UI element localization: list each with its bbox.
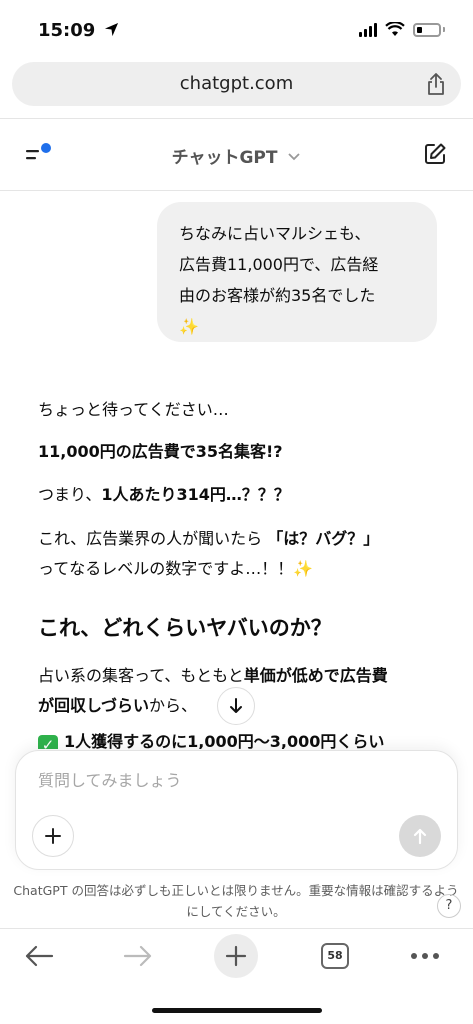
share-icon[interactable] <box>425 72 447 96</box>
divider <box>0 190 473 191</box>
divider <box>0 928 473 929</box>
new-chat-edit-icon[interactable] <box>423 142 447 166</box>
arrow-down-icon <box>230 698 242 713</box>
forward-button[interactable] <box>121 932 155 980</box>
model-title: チャットGPT <box>171 148 278 168</box>
more-dots-icon <box>411 953 439 959</box>
divider <box>0 118 473 119</box>
help-button[interactable]: ? <box>437 894 461 918</box>
battery-icon <box>413 22 441 37</box>
assistant-paragraph: 11,000円の広告費で35名集客!? <box>38 442 283 461</box>
user-message-bubble: ちなみに占いマルシェも、 広告費11,000円で、広告経 由のお客様が約35名で… <box>157 202 437 342</box>
new-tab-button[interactable] <box>214 934 258 978</box>
location-arrow-icon <box>104 22 118 37</box>
assistant-paragraph: 占い系の集客って、もともと単価が低めで広告費 が回収しづらいから、 <box>38 666 388 715</box>
cellular-signal-icon <box>359 22 377 37</box>
wifi-icon <box>385 22 405 36</box>
url-text: chatgpt.com <box>179 73 294 94</box>
arrow-up-icon <box>413 828 427 845</box>
user-message-text: ちなみに占いマルシェも、 広告費11,000円で、広告経 由のお客様が約35名で… <box>179 224 379 336</box>
model-selector[interactable]: チャットGPT <box>0 143 473 168</box>
back-button[interactable] <box>22 932 56 980</box>
check-mark-icon: ✓ <box>38 735 58 749</box>
chevron-down-icon <box>288 153 301 161</box>
plus-icon <box>45 828 61 844</box>
battery-tip <box>443 27 445 32</box>
arrow-right-icon <box>123 945 152 967</box>
home-indicator <box>152 1008 322 1013</box>
status-indicators <box>359 22 445 37</box>
attach-button[interactable] <box>32 815 74 857</box>
send-button[interactable] <box>399 815 441 857</box>
message-input[interactable] <box>36 765 420 795</box>
disclaimer-text: ChatGPT の回答は必ずしも正しいとは限りません。重要な情報は確認するように… <box>13 883 459 919</box>
status-time: 15:09 <box>38 20 119 41</box>
arrow-left-icon <box>25 945 54 967</box>
message-composer <box>15 750 458 870</box>
plus-icon <box>225 945 247 967</box>
assistant-paragraph: これ、広告業界の人が聞いたら 「は？バグ？」 ってなるレベルの数字ですよ…！！✨ <box>38 529 380 578</box>
assistant-paragraph: ちょっと待ってください… <box>38 400 229 419</box>
assistant-list-item: ✓ 1人獲得するのに1,000円〜3,000円くらい <box>38 727 384 749</box>
more-menu-button[interactable] <box>408 932 442 980</box>
scroll-to-bottom-button[interactable] <box>217 687 255 725</box>
assistant-heading: これ、どれくらいヤバいのか？ <box>38 616 332 640</box>
address-bar[interactable]: chatgpt.com <box>12 62 461 106</box>
assistant-paragraph: つまり、1人あたり314円…？？？ <box>38 485 290 504</box>
tab-switcher-button[interactable]: 58 <box>321 943 349 969</box>
